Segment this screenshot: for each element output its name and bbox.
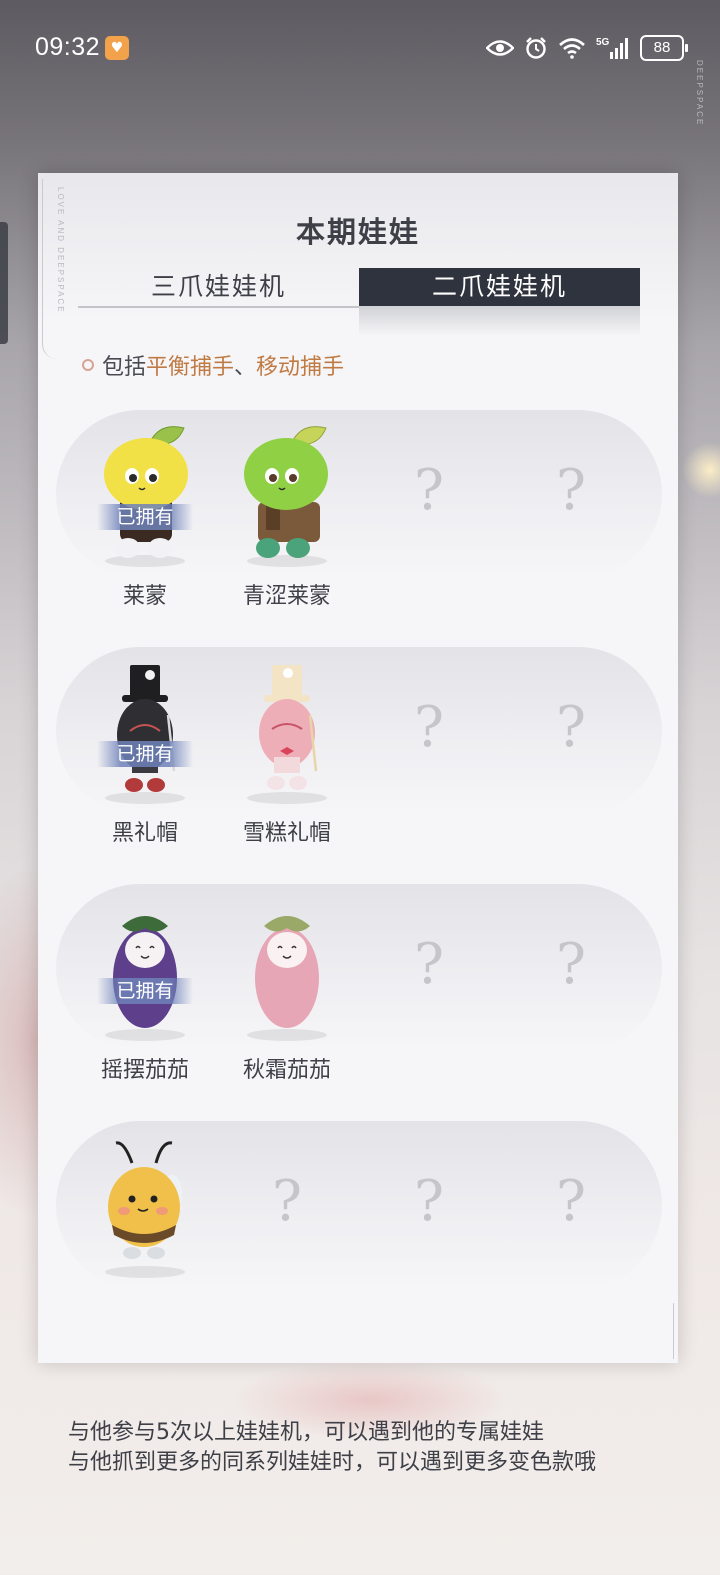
black-top-hat-doll-icon xyxy=(117,665,176,792)
doll-series-row: ? ? ? xyxy=(56,1121,662,1346)
wifi-icon xyxy=(559,38,585,59)
doll-name: 摇摆茄茄 xyxy=(100,1058,189,1083)
unknown-doll-slot[interactable]: ? xyxy=(369,1121,489,1346)
footer-hint: 与他参与5次以上娃娃机，可以遇到他的专属娃娃 与他抓到更多的同系列娃娃时，可以遇… xyxy=(68,1418,596,1478)
pink-eggplant-doll-icon xyxy=(255,916,319,1028)
owned-badge: 已拥有 xyxy=(97,741,193,767)
doll-slot[interactable]: 已拥有 莱蒙 xyxy=(85,410,205,635)
status-icons: 5G 88 xyxy=(486,34,688,62)
question-mark-icon: ? xyxy=(413,932,445,997)
question-mark-icon: ? xyxy=(555,932,587,997)
doll-name: 雪糕礼帽 xyxy=(242,821,331,846)
status-time: 09:32 xyxy=(35,33,101,61)
bee-doll-icon xyxy=(108,1141,182,1259)
includes-item-moving-catcher: 移动捕手 xyxy=(256,355,345,380)
question-mark-icon: ? xyxy=(413,1169,445,1234)
doll-slot[interactable]: 青涩莱蒙 xyxy=(227,410,347,635)
side-drag-handle[interactable] xyxy=(0,222,8,344)
question-mark-icon: ? xyxy=(413,695,445,760)
doll-name: 莱蒙 xyxy=(122,584,167,609)
question-mark-icon: ? xyxy=(413,458,445,523)
includes-item-balance-catcher: 平衡捕手 xyxy=(146,355,235,380)
unknown-doll-slot[interactable]: ? xyxy=(369,647,489,872)
panel-decoration xyxy=(663,1303,674,1359)
includes-separator: 、 xyxy=(234,355,257,380)
question-mark-icon: ? xyxy=(271,1169,303,1234)
doll-series-row: 已拥有 黑礼帽 雪糕礼帽 ? ? xyxy=(56,647,662,872)
unknown-doll-slot[interactable]: ? xyxy=(511,884,631,1109)
unknown-doll-slot[interactable]: ? xyxy=(511,647,631,872)
doll-slot[interactable]: 秋霜茄茄 xyxy=(227,884,347,1109)
dolls-panel: LOVE AND DEEPSPACE 本期娃娃 三爪娃娃机 二爪娃娃机 包括 平… xyxy=(38,173,678,1363)
owned-badge: 已拥有 xyxy=(97,978,193,1004)
unknown-doll-slot[interactable]: ? xyxy=(511,410,631,635)
signal-icon: 5G xyxy=(596,37,628,59)
machine-tabs: 三爪娃娃机 二爪娃娃机 xyxy=(78,268,640,336)
hint-line: 与他抓到更多的同系列娃娃时，可以遇到更多变色款哦 xyxy=(68,1450,597,1475)
ice-cream-top-hat-doll-icon xyxy=(259,665,318,790)
alarm-icon xyxy=(526,37,546,59)
doll-name: 秋霜茄茄 xyxy=(242,1058,331,1083)
notification-app-icon: ♥ xyxy=(105,36,129,60)
hint-line: 与他参与5次以上娃娃机，可以遇到他的专属娃娃 xyxy=(68,1420,544,1445)
doll-name: 黑礼帽 xyxy=(111,821,178,846)
unknown-doll-slot[interactable]: ? xyxy=(369,884,489,1109)
doll-slot[interactable]: 已拥有 摇摆茄茄 xyxy=(85,884,205,1109)
purple-eggplant-doll-icon xyxy=(113,916,177,1028)
includes-prefix: 包括 xyxy=(102,355,147,380)
battery-icon: 88 xyxy=(640,35,688,61)
page-title: 本期娃娃 xyxy=(295,215,420,249)
tab-three-claw[interactable]: 三爪娃娃机 xyxy=(78,268,359,308)
tab-two-claw[interactable]: 二爪娃娃机 xyxy=(359,268,640,336)
panel-decoration xyxy=(42,179,57,359)
doll-name: 青涩莱蒙 xyxy=(242,584,331,609)
svg-text:5G: 5G xyxy=(596,37,610,48)
status-bar: 09:32 ♥ 5G 88 xyxy=(0,0,720,96)
includes-note: 包括 平衡捕手 、 移动捕手 xyxy=(82,349,344,381)
question-mark-icon: ? xyxy=(555,458,587,523)
bullet-icon xyxy=(82,359,94,371)
doll-slot[interactable] xyxy=(85,1121,205,1346)
doll-series-row: 已拥有 摇摆茄茄 秋霜茄茄 ? ? xyxy=(56,884,662,1109)
green-lemon-doll-icon xyxy=(244,426,328,558)
unknown-doll-slot[interactable]: ? xyxy=(227,1121,347,1346)
doll-series-row: 已拥有 莱蒙 青涩莱蒙 ? ? xyxy=(56,410,662,635)
eye-icon xyxy=(486,40,514,56)
owned-badge: 已拥有 xyxy=(97,504,193,530)
unknown-doll-slot[interactable]: ? xyxy=(511,1121,631,1346)
lemon-doll-icon xyxy=(104,426,188,558)
unknown-doll-slot[interactable]: ? xyxy=(369,410,489,635)
question-mark-icon: ? xyxy=(555,695,587,760)
question-mark-icon: ? xyxy=(555,1169,587,1234)
background-sparkle xyxy=(680,440,720,500)
doll-slot[interactable]: 雪糕礼帽 xyxy=(227,647,347,872)
doll-slot[interactable]: 已拥有 黑礼帽 xyxy=(85,647,205,872)
